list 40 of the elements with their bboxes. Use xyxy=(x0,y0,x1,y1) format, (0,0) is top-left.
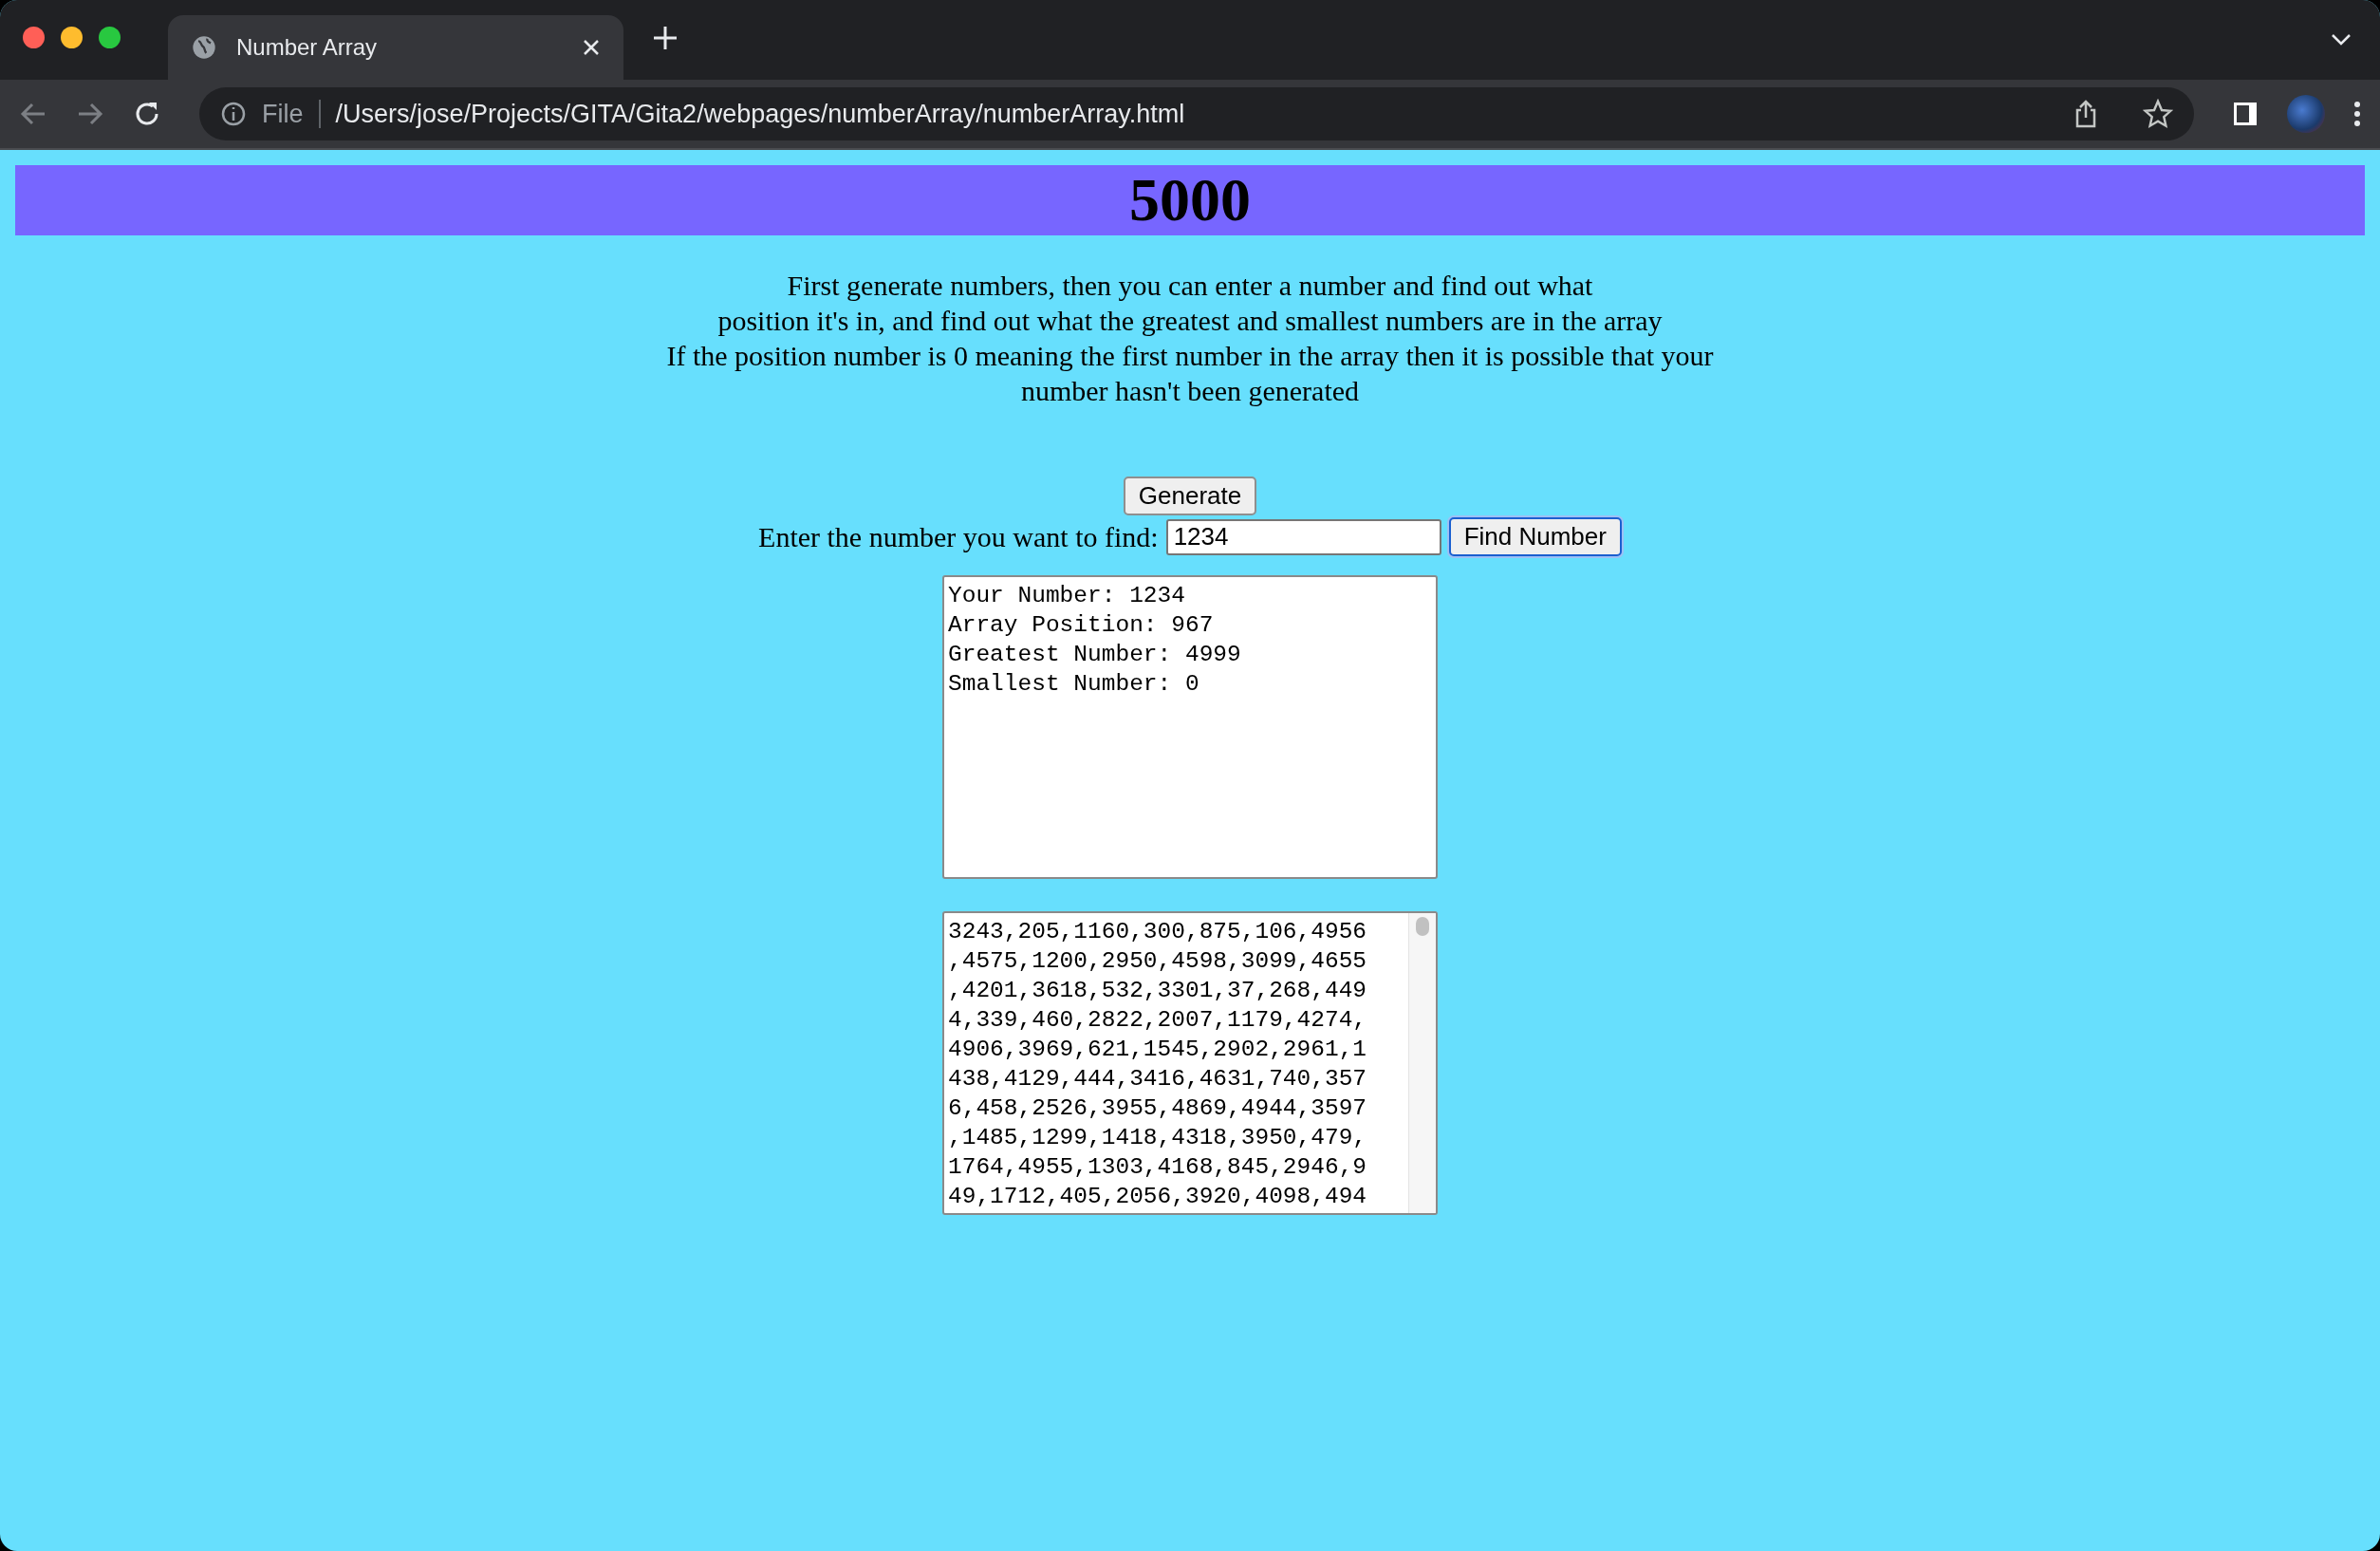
array-line: 49,1712,405,2056,3920,4098,494 xyxy=(948,1183,1368,1211)
result-line: Greatest Number: 4999 xyxy=(948,641,1242,669)
result-line: Your Number: 1234 xyxy=(948,582,1186,610)
result-line: Smallest Number: 0 xyxy=(948,670,1200,699)
close-window-button[interactable] xyxy=(23,26,45,48)
array-line: ,1485,1299,1418,4318,3950,479, xyxy=(948,1124,1368,1152)
star-icon[interactable] xyxy=(2143,99,2173,129)
page-title: 5000 xyxy=(15,165,2365,235)
close-icon[interactable] xyxy=(582,38,601,57)
tab-title: Number Array xyxy=(236,34,379,61)
menu-icon[interactable] xyxy=(2353,101,2361,127)
scheme-label: File xyxy=(262,99,304,129)
instructions-text: First generate numbers, then you can enter a number and find out what position it's in, and find out what the greatest and smallest numbers are in the array If the position number is 0 meaning the first number in the array then it is possible that your number hasn't been generated xyxy=(666,269,1714,408)
array-line: 4,339,460,2822,2007,1179,4274, xyxy=(948,1006,1368,1035)
chevron-down-icon[interactable] xyxy=(2331,33,2352,47)
side-panel-icon[interactable] xyxy=(2232,101,2259,127)
generate-button[interactable]: Generate xyxy=(1123,477,1257,515)
scrollbar-thumb[interactable] xyxy=(1416,917,1429,936)
browser-tab[interactable]: Number Array xyxy=(168,15,623,80)
profile-avatar[interactable] xyxy=(2287,95,2325,133)
array-line: ,4201,3618,532,3301,37,268,449 xyxy=(948,977,1368,1005)
address-bar[interactable]: File /Users/jose/Projects/GITA/Gita2/webpages/numberArray/numberArray.html xyxy=(199,87,2194,140)
find-label: Enter the number you want to find: xyxy=(758,520,1159,553)
url-text: /Users/jose/Projects/GITA/Gita2/webpages/numberArray/numberArray.html xyxy=(335,99,1186,129)
new-tab-icon[interactable] xyxy=(652,25,679,51)
find-number-button[interactable]: Find Number xyxy=(1448,517,1622,556)
zoom-window-button[interactable] xyxy=(99,26,121,48)
globe-icon xyxy=(191,34,217,61)
array-line: 3243,205,1160,300,875,106,4956 xyxy=(948,918,1368,946)
array-textarea[interactable] xyxy=(942,911,1438,1215)
array-line: 4906,3969,621,1545,2902,2961,1 xyxy=(948,1036,1368,1064)
result-line: Array Position: 967 xyxy=(948,611,1215,640)
array-line: 438,4129,444,3416,4631,740,357 xyxy=(948,1065,1368,1093)
array-line: 6,458,2526,3955,4869,4944,3597 xyxy=(948,1094,1368,1123)
minimize-window-button[interactable] xyxy=(61,26,83,48)
number-input[interactable]: 1234 xyxy=(1165,518,1441,555)
array-line: 1764,4955,1303,4168,845,2946,9 xyxy=(948,1153,1368,1182)
result-textarea[interactable]: Your Number: 1234 Array Position: 967 Greatest Number: 4999 Smallest Number: 0 xyxy=(942,575,1438,879)
array-line: ,4575,1200,2950,4598,3099,4655 xyxy=(948,947,1368,976)
info-icon[interactable] xyxy=(220,101,247,127)
